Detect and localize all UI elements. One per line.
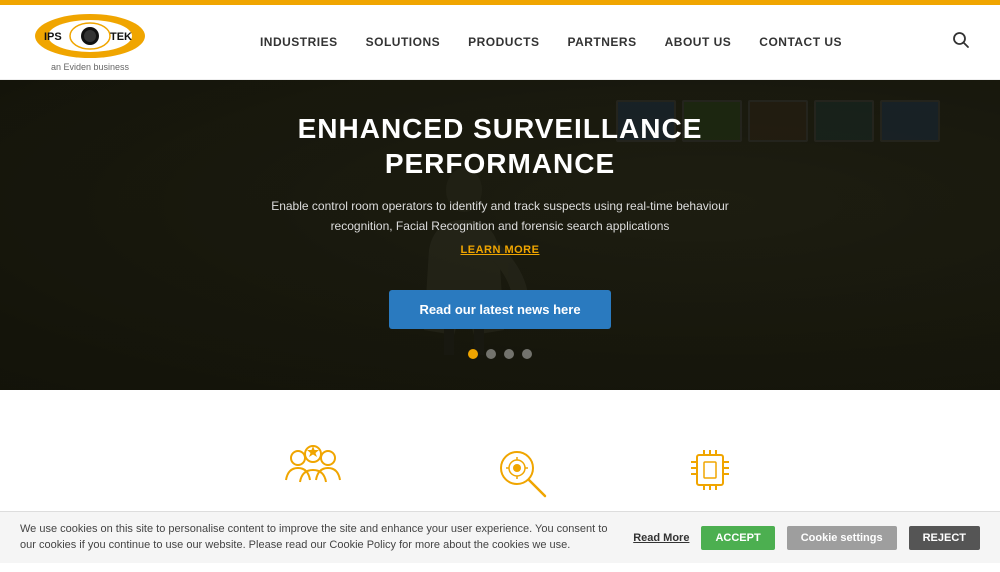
main-nav: INDUSTRIES SOLUTIONS PRODUCTS PARTNERS A… [260,35,842,49]
nav-contact-us[interactable]: CONTACT US [759,35,842,49]
carousel-dot-4[interactable] [522,349,532,359]
expert-services-icon [675,440,745,500]
carousel-dot-2[interactable] [486,349,496,359]
cookie-message: We use cookies on this site to personali… [20,522,621,553]
hero-learn-more-link[interactable]: LEARN MORE [240,244,760,256]
logo-subtitle: an Eviden business [51,62,129,72]
hero-carousel-dots [240,349,760,359]
hero-description: Enable control room operators to identif… [240,197,760,235]
hero-content: ENHANCED SURVEILLANCE PERFORMANCE Enable… [220,111,780,358]
cookie-reject-button[interactable]: REJECT [909,526,980,550]
cookie-banner: We use cookies on this site to personali… [0,511,1000,563]
cookie-settings-button[interactable]: Cookie settings [787,526,897,550]
cookie-accept-button[interactable]: ACCEPT [701,526,774,550]
hero-title: ENHANCED SURVEILLANCE PERFORMANCE [240,111,760,181]
nav-solutions[interactable]: SOLUTIONS [366,35,441,49]
nav-products[interactable]: PRODUCTS [468,35,539,49]
hero-section: ENHANCED SURVEILLANCE PERFORMANCE Enable… [0,80,1000,390]
carousel-dot-1[interactable] [468,349,478,359]
header: IPS TEK an Eviden business INDUSTRIES SO… [0,5,1000,80]
nav-about-us[interactable]: ABOUT US [665,35,732,49]
logo-svg: IPS TEK [30,12,150,60]
nav-industries[interactable]: INDUSTRIES [260,35,338,49]
innovation-icon [489,440,559,500]
cookie-read-more-link[interactable]: Read More [633,532,689,544]
logo-area[interactable]: IPS TEK an Eviden business [30,12,150,72]
hero-cta-button[interactable]: Read our latest news here [389,290,610,329]
svg-text:IPS: IPS [44,31,62,43]
carousel-dot-3[interactable] [504,349,514,359]
nav-partners[interactable]: PARTNERS [567,35,636,49]
search-icon [952,31,970,49]
search-button[interactable] [952,31,970,54]
svg-text:TEK: TEK [110,31,132,43]
people-solutions-icon [278,440,348,500]
